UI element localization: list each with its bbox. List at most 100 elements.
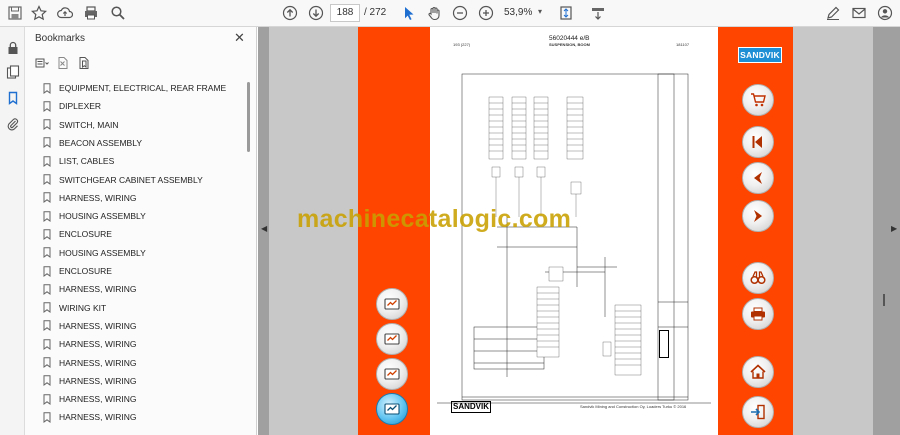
save-icon[interactable]	[4, 3, 26, 23]
bookmark-list: EQUIPMENT, ELECTRICAL, REAR FRAME DIPLEX…	[25, 79, 247, 435]
list-item[interactable]: HOUSING ASSEMBLY	[43, 207, 146, 225]
list-item[interactable]: HARNESS, WIRING	[43, 408, 136, 426]
bookmark-icon	[43, 393, 51, 405]
page-number-input[interactable]: 188	[330, 4, 360, 22]
bookmark-icon	[43, 284, 51, 295]
hand-icon[interactable]	[423, 3, 445, 23]
bookmark-icon	[43, 265, 51, 277]
bookmark-icon	[43, 192, 51, 204]
list-item[interactable]: SWITCHGEAR CABINET ASSEMBLY	[43, 171, 203, 189]
bookmark-label: WIRING KIT	[59, 302, 107, 313]
bookmark-label: HARNESS, WIRING	[59, 412, 137, 423]
account-icon[interactable]	[874, 3, 896, 23]
list-item[interactable]: HOUSING ASSEMBLY	[43, 244, 146, 262]
catalog-icon	[384, 333, 400, 345]
read-mode-icon[interactable]	[587, 3, 609, 23]
page-right-margin	[793, 27, 873, 435]
cart-icon	[751, 93, 766, 107]
list-item[interactable]: HARNESS, WIRING	[43, 390, 136, 408]
list-item[interactable]: SWITCH, MAIN	[43, 116, 119, 134]
bookmark-icon	[43, 174, 51, 185]
bookmark-icon	[43, 101, 51, 112]
bookmarks-panel: Bookmarks ✕ EQUIPMENT, ELECTRICAL, REAR …	[25, 27, 257, 435]
home-button[interactable]	[742, 356, 774, 388]
list-item[interactable]: HARNESS, WIRING	[43, 317, 136, 335]
bookmark-icon	[43, 155, 51, 167]
list-item[interactable]: DIPLEXER	[43, 97, 101, 115]
email-icon[interactable]	[848, 3, 870, 23]
zoom-level[interactable]: 53,9%	[504, 4, 550, 22]
zoom-in-icon[interactable]	[475, 3, 497, 23]
list-item[interactable]: EQUIPMENT, ELECTRICAL, REAR FRAME	[43, 79, 226, 97]
close-icon[interactable]: ✕	[234, 30, 245, 46]
list-item[interactable]: WIRING KIT	[43, 299, 106, 317]
bookmark-icon	[43, 247, 51, 259]
list-item[interactable]: BEACON ASSEMBLY	[43, 134, 142, 152]
zoom-caret-icon[interactable]: ▾	[538, 7, 542, 16]
side-rail	[0, 27, 25, 435]
catalog-button[interactable]	[376, 323, 408, 355]
list-item[interactable]: HARNESS, WIRING	[43, 189, 136, 207]
bookmark-icon	[43, 210, 51, 222]
bookmark-options-icon[interactable]	[35, 55, 49, 71]
list-item[interactable]: LIST, CABLES	[43, 152, 114, 170]
catalog-active-button[interactable]	[376, 393, 408, 425]
edit-sign-icon[interactable]	[822, 3, 844, 23]
pages-icon[interactable]	[4, 63, 21, 80]
bookmarks-scrollbar[interactable]	[247, 82, 250, 152]
previous-page-button[interactable]	[742, 162, 774, 194]
bookmark-icon[interactable]	[4, 89, 21, 106]
catalog-active-icon	[384, 403, 400, 415]
print-icon[interactable]	[80, 3, 102, 23]
attachment-icon[interactable]	[4, 115, 21, 132]
list-item[interactable]: HARNESS, WIRING	[43, 372, 136, 390]
bookmark-label: HOUSING ASSEMBLY	[59, 211, 146, 222]
cart-button[interactable]	[742, 84, 774, 116]
list-item[interactable]: ENCLOSURE	[43, 225, 112, 243]
previous-page-icon	[754, 172, 762, 184]
main-toolbar: 188 / 272 53,9% ▾	[0, 0, 900, 27]
sandvik-logo: SANDVIK	[738, 47, 782, 63]
bookmark-label: HARNESS, WIRING	[59, 284, 137, 295]
star-icon[interactable]	[28, 3, 50, 23]
arrow-down-icon[interactable]	[305, 3, 327, 23]
bookmark-label: BEACON ASSEMBLY	[59, 137, 142, 148]
next-page-button[interactable]	[742, 200, 774, 232]
bookmark-icon	[43, 302, 51, 314]
bookmark-label: HARNESS, WIRING	[59, 375, 137, 386]
list-item[interactable]: HARNESS, WIRING	[43, 354, 136, 372]
bookmark-label: HARNESS, WIRING	[59, 357, 137, 368]
print-button[interactable]	[742, 298, 774, 330]
page-total: / 272	[364, 7, 387, 18]
bookmarks-title: Bookmarks	[35, 33, 86, 44]
list-item[interactable]: HARNESS, WIRING	[43, 335, 136, 353]
bookmark-icon	[43, 338, 51, 350]
cloud-upload-icon[interactable]	[54, 3, 76, 23]
bookmark-icon	[43, 119, 51, 131]
bookmark-icon	[43, 375, 51, 387]
search-button[interactable]	[742, 262, 774, 294]
search-binoculars-icon	[750, 271, 766, 285]
document-footer: Sandvik Mining and Construction Oy, Load…	[580, 404, 687, 409]
collapse-right-icon[interactable]: ▶	[891, 224, 897, 233]
arrow-up-icon[interactable]	[279, 3, 301, 23]
bookmark-tools	[35, 55, 91, 71]
catalog-button[interactable]	[376, 358, 408, 390]
exit-button[interactable]	[742, 396, 774, 428]
delete-bookmark-icon[interactable]	[56, 55, 70, 71]
select-cursor-icon[interactable]	[398, 3, 420, 23]
zoom-out-icon[interactable]	[449, 3, 471, 23]
first-page-button[interactable]	[742, 126, 774, 158]
bookmark-label: HARNESS, WIRING	[59, 339, 137, 350]
new-bookmark-icon[interactable]	[77, 55, 91, 71]
bookmark-label: HOUSING ASSEMBLY	[59, 247, 146, 258]
list-item[interactable]: HARNESS, WIRING	[43, 280, 136, 298]
viewer-scrollbar[interactable]	[883, 294, 885, 306]
list-item[interactable]: ENCLOSURE	[43, 262, 112, 280]
bookmark-label: DIPLEXER	[59, 101, 102, 112]
lock-icon[interactable]	[4, 39, 21, 56]
catalog-button[interactable]	[376, 288, 408, 320]
collapse-left-icon[interactable]: ◀	[261, 224, 267, 233]
magnifier-icon[interactable]	[107, 3, 129, 23]
fit-page-icon[interactable]	[555, 3, 577, 23]
